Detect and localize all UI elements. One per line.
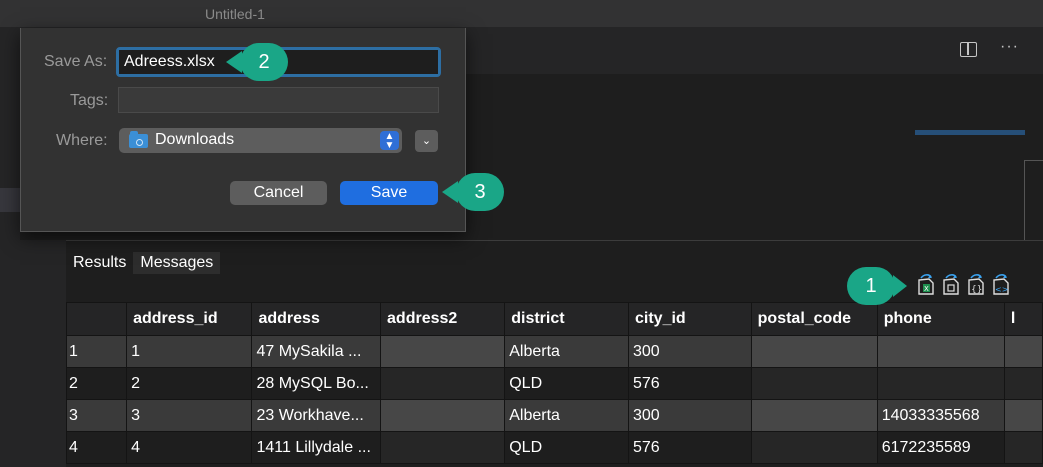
table-row[interactable]: 2 2 28 MySQL Bo... QLD 576	[66, 367, 1043, 400]
cell-address-id[interactable]: 4	[126, 431, 253, 464]
row-number[interactable]: 1	[66, 335, 128, 368]
column-header-phone[interactable]: phone	[876, 302, 1005, 336]
cell-address2[interactable]	[380, 431, 506, 464]
cell-address-id[interactable]: 1	[126, 335, 253, 368]
save-as-label: Save As:	[44, 53, 108, 70]
cancel-button[interactable]: Cancel	[230, 181, 327, 205]
panel-tab-bar: Results Messages	[66, 252, 221, 274]
sidebar-lower	[0, 240, 66, 467]
sidebar-selected-item[interactable]	[0, 188, 20, 212]
cell-phone[interactable]	[876, 335, 1005, 368]
cell-phone[interactable]	[876, 367, 1005, 400]
cell-postal-code[interactable]	[750, 367, 878, 400]
svg-text:{}: {}	[971, 285, 982, 295]
cell-address2[interactable]	[380, 335, 506, 368]
results-grid[interactable]: address_id address address2 district cit…	[66, 302, 1043, 467]
cell-phone[interactable]: 14033335568	[876, 399, 1005, 432]
cell-city-id[interactable]: 300	[628, 335, 752, 368]
cell-address2[interactable]	[380, 399, 506, 432]
cell-postal-code[interactable]	[750, 399, 878, 432]
column-header-address2[interactable]: address2	[380, 302, 506, 336]
where-value: Downloads	[155, 131, 235, 148]
cell-last-update[interactable]	[1003, 335, 1043, 368]
cell-city-id[interactable]: 576	[628, 367, 752, 400]
cell-address-id[interactable]: 3	[126, 399, 253, 432]
save-as-json-icon[interactable]: {}	[965, 274, 988, 296]
cell-last-update[interactable]	[1003, 367, 1043, 400]
callout-arrow	[442, 181, 458, 203]
row-number[interactable]: 2	[66, 367, 128, 400]
where-dropdown[interactable]: Downloads ▲ ▼	[119, 128, 402, 153]
minimap-highlight	[915, 130, 1025, 135]
cell-address[interactable]: 28 MySQL Bo...	[251, 367, 382, 400]
cell-address-id[interactable]: 2	[126, 367, 253, 400]
cell-postal-code[interactable]	[750, 431, 878, 464]
more-actions-icon[interactable]: ···	[1000, 38, 1019, 56]
cell-last-update[interactable]	[1003, 431, 1043, 464]
cell-address[interactable]: 23 Workhave...	[251, 399, 382, 432]
cell-district[interactable]: Alberta	[504, 335, 629, 368]
export-toolbar: X {} <>	[915, 274, 1013, 296]
minimap-divider-top	[1024, 160, 1043, 161]
cell-postal-code[interactable]	[750, 335, 878, 368]
column-header-postal-code[interactable]: postal_code	[750, 302, 878, 336]
column-header-rownum[interactable]	[66, 302, 128, 336]
app-window: Untitled-1 ··· Results Messages X {} <>	[0, 0, 1043, 467]
row-number[interactable]: 3	[66, 399, 128, 432]
title-bar: Untitled-1	[0, 0, 1043, 28]
save-as-excel-icon[interactable]: X	[915, 274, 938, 296]
table-row[interactable]: 3 3 23 Workhave... Alberta 300 140333355…	[66, 399, 1043, 432]
column-header-address[interactable]: address	[251, 302, 382, 336]
cell-district[interactable]: QLD	[504, 367, 629, 400]
downloads-folder-icon	[129, 131, 148, 148]
cell-phone[interactable]: 6172235589	[876, 431, 1005, 464]
callout-arrow	[893, 275, 907, 297]
cell-district[interactable]: QLD	[504, 431, 629, 464]
table-row[interactable]: 4 4 1411 Lillydale ... QLD 576 617223558…	[66, 431, 1043, 464]
callout-2-number: 2	[258, 51, 270, 73]
header-row: address_id address address2 district cit…	[66, 302, 1043, 336]
save-button[interactable]: Save	[340, 181, 438, 205]
chevron-down-icon: ⌄	[421, 135, 432, 147]
callout-3-number: 3	[474, 181, 486, 203]
callout-3: 3	[442, 173, 504, 211]
tags-label: Tags:	[70, 92, 109, 109]
tags-input[interactable]	[119, 88, 438, 112]
split-editor-icon[interactable]	[960, 42, 977, 57]
column-header-city-id[interactable]: city_id	[628, 302, 752, 336]
cell-address[interactable]: 1411 Lillydale ...	[251, 431, 382, 464]
callout-arrow	[226, 51, 242, 73]
save-as-xml-icon[interactable]: <>	[990, 274, 1013, 296]
where-label: Where:	[56, 132, 108, 149]
window-title: Untitled-1	[205, 6, 265, 22]
cell-address[interactable]: 47 MySakila ...	[251, 335, 382, 368]
expand-dialog-button[interactable]: ⌄	[415, 130, 438, 152]
callout-1-number: 1	[865, 275, 877, 297]
cell-last-update[interactable]	[1003, 399, 1043, 432]
cell-city-id[interactable]: 576	[628, 431, 752, 464]
tab-results[interactable]: Results	[66, 252, 134, 274]
row-number[interactable]: 4	[66, 431, 128, 464]
callout-2: 2	[226, 43, 288, 81]
cell-city-id[interactable]: 300	[628, 399, 752, 432]
column-header-district[interactable]: district	[504, 302, 629, 336]
svg-text:<>: <>	[995, 285, 1008, 294]
table-row[interactable]: 1 1 47 MySakila ... Alberta 300	[66, 335, 1043, 368]
column-header-last-update[interactable]: l	[1003, 302, 1043, 336]
editor-area[interactable]	[465, 74, 1043, 240]
dropdown-stepper-icon[interactable]: ▲ ▼	[380, 131, 399, 151]
callout-1: 1	[847, 267, 907, 305]
minimap-divider	[1024, 160, 1025, 240]
cell-address2[interactable]	[380, 367, 506, 400]
column-header-address-id[interactable]: address_id	[126, 302, 253, 336]
cell-district[interactable]: Alberta	[504, 399, 629, 432]
editor-tab-bar	[465, 28, 1043, 74]
results-table: address_id address address2 district cit…	[66, 302, 1043, 464]
svg-text:X: X	[924, 285, 929, 293]
save-as-csv-icon[interactable]	[940, 274, 963, 296]
tags-field[interactable]	[118, 87, 439, 113]
tab-messages[interactable]: Messages	[133, 252, 221, 274]
